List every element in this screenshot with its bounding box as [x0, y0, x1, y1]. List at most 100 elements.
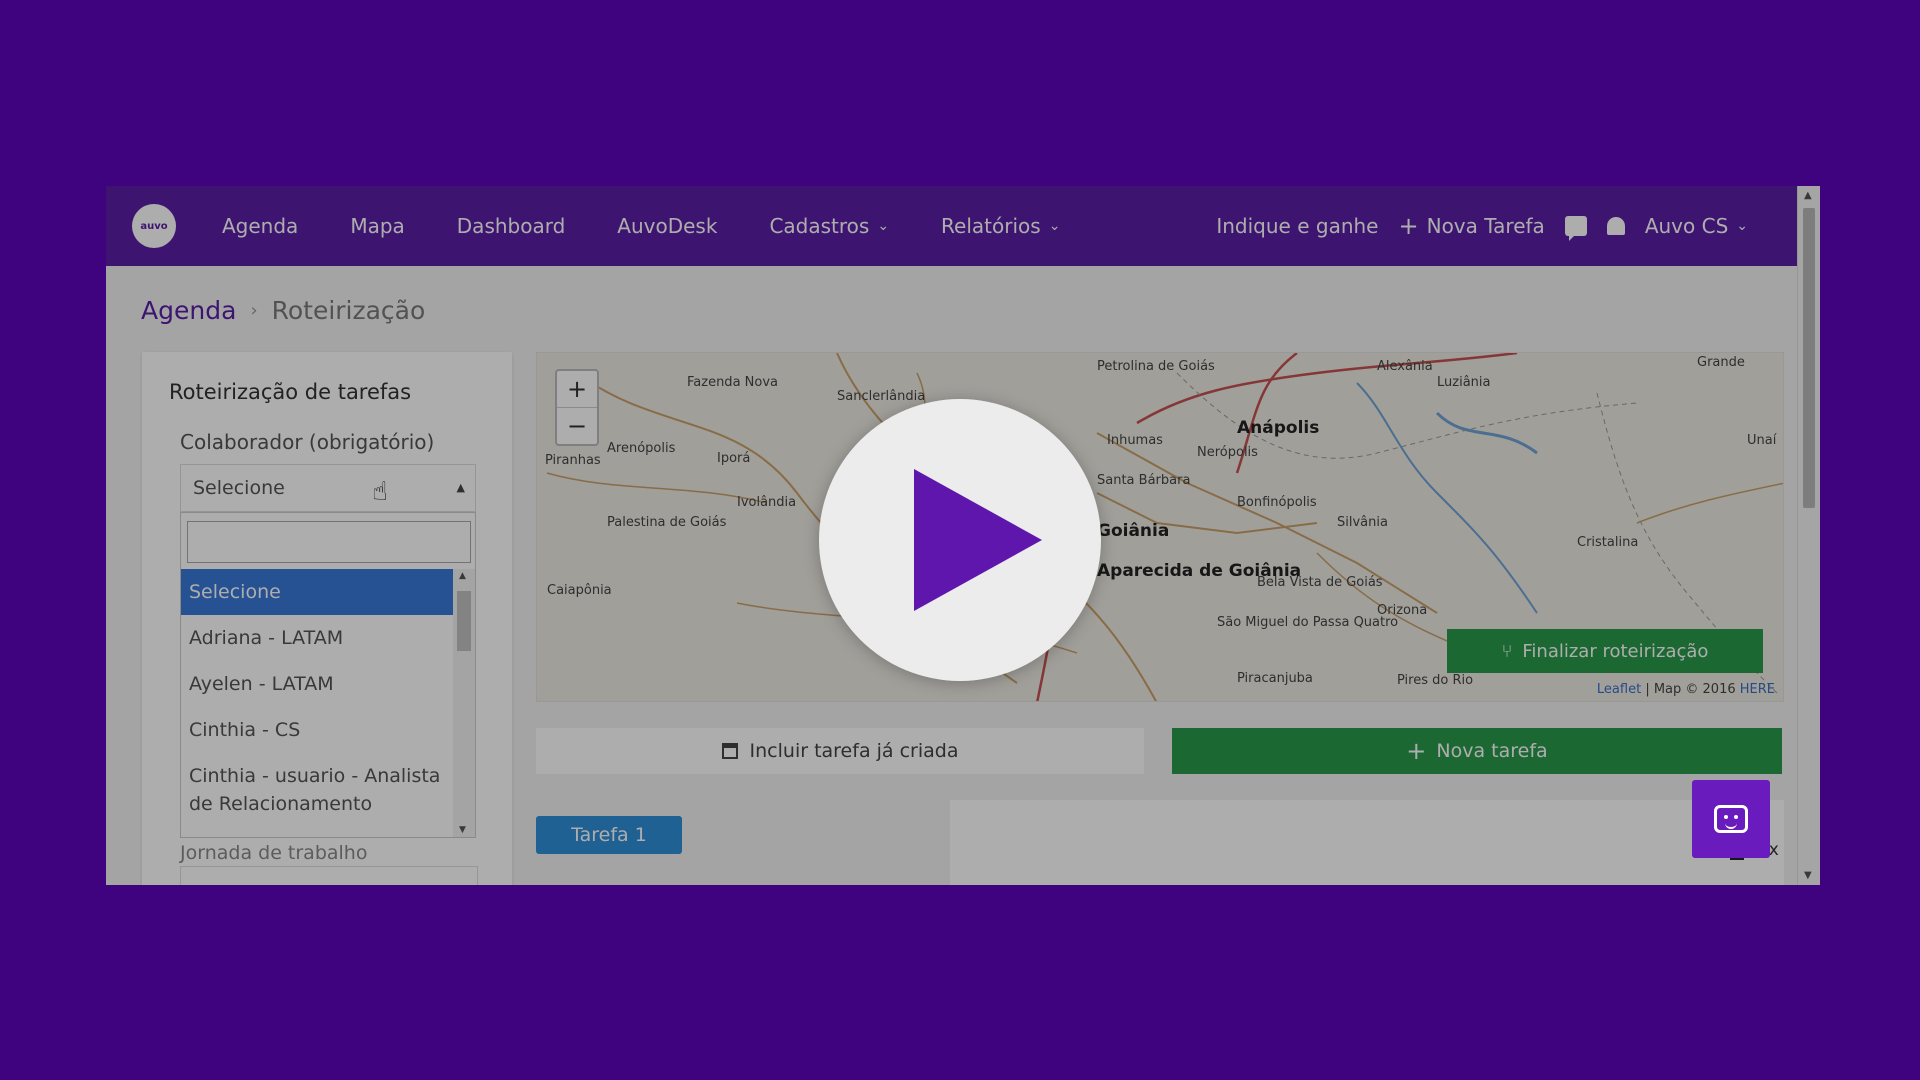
dropdown-scrollbar[interactable]: ▲ ▼ [453, 569, 475, 837]
attribution-text: | Map © 2016 [1641, 682, 1740, 697]
dropdown-option[interactable]: Cinthia - CS [181, 707, 453, 753]
workday-field[interactable] [180, 866, 478, 885]
nav-cadastros[interactable]: Cadastros ⌄ [769, 214, 889, 238]
map-city-label: Piranhas [545, 453, 601, 468]
new-task-label: Nova tarefa [1436, 740, 1548, 762]
nav-relatorios-label: Relatórios [941, 214, 1041, 238]
chat-icon[interactable] [1564, 216, 1587, 241]
map-city-label: Anápolis [1237, 418, 1320, 438]
calendar-icon [721, 743, 738, 759]
route-icon: ⑂ [1501, 640, 1513, 662]
map-city-label: Caiapônia [547, 583, 612, 598]
map-city-label: Inhumas [1107, 433, 1163, 448]
routing-panel: Roteirização de tarefas Colaborador (obr… [142, 352, 512, 885]
panel-title: Roteirização de tarefas [169, 380, 412, 404]
collaborator-select[interactable]: Selecione ▲ [180, 464, 476, 512]
chevron-down-icon: ⌄ [1736, 218, 1748, 234]
map-city-label: São Miguel do Passa Quatro [1217, 615, 1399, 630]
map-city-label: Piracanjuba [1237, 671, 1313, 686]
breadcrumb: Agenda › Roteirização [141, 296, 425, 325]
user-name: Auvo CS [1644, 214, 1729, 238]
hand-pointer-icon: ☝ [372, 477, 388, 507]
play-button[interactable] [819, 399, 1101, 681]
collaborator-dropdown: Selecione Adriana - LATAM Ayelen - LATAM… [180, 512, 476, 838]
breadcrumb-agenda[interactable]: Agenda [141, 296, 236, 325]
workday-label: Jornada de trabalho [180, 842, 368, 864]
map-city-label: Orizona [1377, 603, 1428, 618]
nav-agenda[interactable]: Agenda [222, 214, 298, 238]
chevron-right-icon: › [250, 300, 258, 321]
dropdown-option[interactable]: Cinthia - usuario - Analista de Relacion… [181, 753, 453, 827]
leaflet-link[interactable]: Leaflet [1597, 682, 1641, 697]
dropdown-option[interactable]: Ayelen - LATAM [181, 661, 453, 707]
zoom-in-button[interactable]: + [557, 371, 597, 408]
scroll-up-icon[interactable]: ▲ [459, 571, 466, 581]
map-city-label: Cristalina [1577, 535, 1639, 550]
map-city-label: Ivolândia [737, 495, 797, 510]
route-map[interactable]: + − Anápolis Goiânia Aparecida de Goiâni… [536, 352, 1784, 702]
tab-tarefa-1[interactable]: Tarefa 1 [536, 816, 682, 854]
dropdown-option[interactable]: Selecione [181, 569, 453, 615]
nav-mapa[interactable]: Mapa [350, 214, 404, 238]
map-city-label: Luziânia [1437, 375, 1491, 390]
caret-up-icon: ▲ [456, 481, 465, 494]
map-city-label: Fazenda Nova [687, 375, 778, 390]
bell-icon[interactable] [1606, 217, 1625, 235]
scroll-down-icon[interactable]: ▼ [459, 825, 466, 835]
breadcrumb-current: Roteirização [271, 296, 426, 325]
task-panel [950, 800, 1784, 885]
dropdown-options: Selecione Adriana - LATAM Ayelen - LATAM… [181, 569, 453, 827]
page-scrollbar[interactable]: ▲ ▼ [1797, 186, 1820, 885]
map-city-label: Arenópolis [607, 441, 676, 456]
nav-new-task-label: Nova Tarefa [1426, 214, 1545, 238]
top-navbar: auvo Agenda Mapa Dashboard AuvoDesk Cada… [106, 186, 1798, 266]
new-task-button[interactable]: + Nova tarefa [1172, 728, 1782, 774]
zoom-out-button[interactable]: − [557, 408, 597, 444]
map-city-label: Iporá [717, 451, 751, 466]
auvo-logo[interactable]: auvo [132, 204, 176, 248]
map-city-label: Bonfinópolis [1237, 495, 1317, 510]
chevron-down-icon: ⌄ [1048, 218, 1061, 234]
map-city-label: Alexânia [1377, 359, 1433, 374]
chat-bubble-icon [1714, 805, 1748, 833]
nav-relatorios[interactable]: Relatórios ⌄ [941, 214, 1060, 238]
chevron-down-icon: ⌄ [877, 218, 890, 234]
map-city-label: Unaí [1747, 433, 1777, 448]
finalize-label: Finalizar roteirização [1522, 640, 1709, 662]
map-city-label: Pires do Rio [1397, 673, 1474, 688]
map-city-label: Goiânia [1097, 521, 1170, 541]
play-icon [914, 469, 1042, 611]
here-link[interactable]: HERE [1740, 682, 1775, 697]
plus-icon: + [1406, 737, 1427, 765]
dropdown-scroll-thumb[interactable] [457, 591, 471, 651]
map-city-label: Bela Vista de Goiás [1257, 575, 1383, 590]
map-city-label: Petrolina de Goiás [1097, 359, 1215, 374]
dropdown-option[interactable]: Adriana - LATAM [181, 615, 453, 661]
include-task-label: Incluir tarefa já criada [749, 740, 959, 762]
finalize-routing-button[interactable]: ⑂ Finalizar roteirização [1447, 629, 1763, 673]
select-value: Selecione [193, 477, 285, 499]
logo-text: auvo [140, 220, 168, 232]
scrollbar-thumb[interactable] [1803, 208, 1815, 508]
map-city-label: Santa Bárbara [1097, 473, 1191, 488]
user-menu[interactable]: Auvo CS ⌄ [1645, 214, 1748, 238]
nav-new-task-button[interactable]: + Nova Tarefa [1399, 212, 1545, 240]
nav-cadastros-label: Cadastros [769, 214, 870, 238]
scroll-down-icon[interactable]: ▼ [1804, 870, 1812, 881]
map-city-label: Grande [1697, 355, 1745, 370]
map-city-label: Palestina de Goiás [607, 515, 727, 530]
support-chat-button[interactable] [1692, 780, 1770, 858]
plus-icon: + [1398, 212, 1419, 240]
refer-link[interactable]: Indique e ganhe [1216, 214, 1378, 238]
include-existing-task-button[interactable]: Incluir tarefa já criada [536, 728, 1144, 774]
map-zoom-control: + − [555, 369, 599, 446]
scroll-up-icon[interactable]: ▲ [1804, 190, 1812, 201]
nav-auvodesk[interactable]: AuvoDesk [617, 214, 717, 238]
map-city-label: Nerópolis [1197, 445, 1258, 460]
nav-right-group: Indique e ganhe + Nova Tarefa Auvo CS ⌄ [1206, 212, 1758, 241]
task-tabs-area: Tarefa 1 Ex [536, 800, 1784, 885]
map-city-label: Sanclerlândia [837, 389, 926, 404]
collaborator-label: Colaborador (obrigatório) [180, 430, 435, 454]
dropdown-search-input[interactable] [187, 521, 471, 563]
nav-dashboard[interactable]: Dashboard [457, 214, 566, 238]
